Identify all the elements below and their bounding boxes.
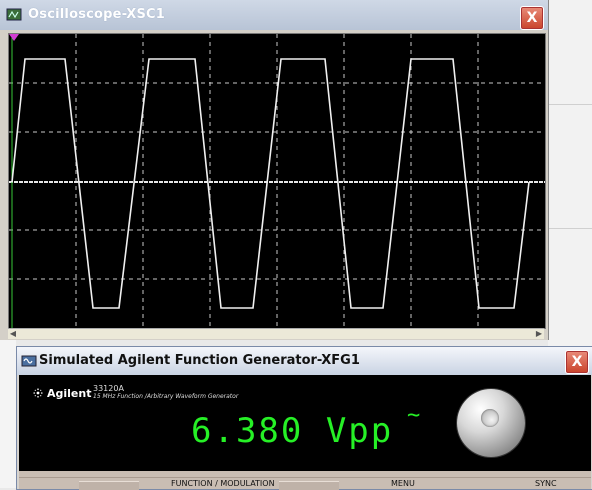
function-button-2[interactable]	[279, 481, 339, 490]
amplitude-readout: 6.380 Vpp	[191, 411, 394, 451]
function-generator-title: Simulated Agilent Function Generator-XFG…	[39, 353, 360, 368]
brand-name: Agilent	[47, 387, 92, 400]
function-generator-button-panel: FUNCTION / MODULATION MENU SYNC	[19, 471, 591, 490]
menu-label: MENU	[391, 479, 415, 488]
background-left-strip	[0, 340, 16, 488]
function-generator-close-button[interactable]: X	[565, 350, 589, 374]
agilent-logo-icon	[33, 388, 43, 398]
oscilloscope-window: Oscilloscope-XSC1 X ◀ ▶	[0, 0, 549, 340]
model-description: 15 MHz Function /Arbitrary Waveform Gene…	[93, 393, 239, 400]
sync-label: SYNC	[535, 479, 557, 488]
function-modulation-label: FUNCTION / MODULATION	[171, 479, 275, 488]
adjust-knob[interactable]	[457, 389, 525, 457]
oscilloscope-title: Oscilloscope-XSC1	[28, 7, 165, 22]
sine-wave-indicator: ~	[407, 403, 421, 428]
function-button-1[interactable]	[79, 481, 139, 490]
model-number: 33120A	[93, 384, 124, 393]
oscilloscope-screen	[8, 33, 546, 329]
function-generator-display-panel: Agilent 33120A 15 MHz Function /Arbitrar…	[19, 375, 591, 471]
scroll-left-arrow-icon[interactable]: ◀	[8, 329, 18, 339]
oscilloscope-close-button[interactable]: X	[520, 6, 544, 30]
function-generator-titlebar[interactable]: Simulated Agilent Function Generator-XFG…	[17, 347, 592, 375]
scroll-right-arrow-icon[interactable]: ▶	[534, 329, 544, 339]
oscilloscope-trace-display	[9, 34, 545, 328]
function-generator-window: Simulated Agilent Function Generator-XFG…	[16, 346, 592, 490]
agilent-brand: Agilent	[33, 387, 91, 400]
oscilloscope-titlebar[interactable]: Oscilloscope-XSC1 X	[0, 0, 548, 30]
close-icon: X	[526, 10, 538, 26]
panel-divider	[19, 477, 591, 478]
oscilloscope-app-icon	[6, 8, 22, 21]
model-info: 33120A 15 MHz Function /Arbitrary Wavefo…	[93, 384, 238, 400]
knob-dimple	[481, 409, 499, 427]
close-icon: X	[571, 354, 583, 370]
trigger-marker-icon	[9, 34, 19, 41]
oscilloscope-horizontal-scrollbar[interactable]: ◀ ▶	[8, 328, 544, 339]
function-generator-app-icon	[21, 355, 37, 367]
channel-a-trace	[11, 58, 530, 309]
